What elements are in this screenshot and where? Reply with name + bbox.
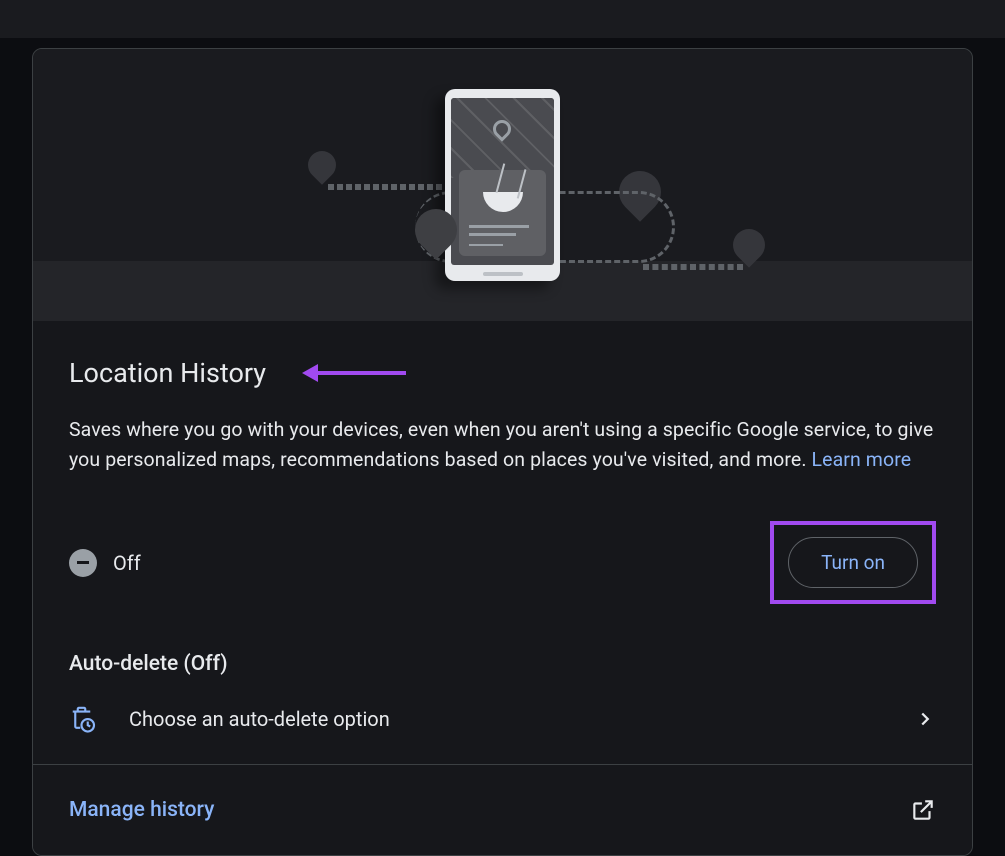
hero-illustration	[33, 49, 972, 321]
chevron-right-icon	[914, 708, 936, 730]
annotation-arrow-icon	[314, 371, 406, 375]
status-indicator: Off	[69, 549, 141, 577]
manage-history-row[interactable]: Manage history	[69, 765, 936, 855]
auto-delete-heading: Auto-delete (Off)	[69, 652, 936, 676]
map-pin-icon	[302, 145, 342, 185]
open-external-icon	[910, 797, 936, 823]
path-line	[643, 264, 743, 270]
bowl-icon	[483, 192, 523, 212]
auto-delete-option-label: Choose an auto-delete option	[129, 707, 884, 731]
map-pin-icon	[726, 222, 771, 267]
top-bar	[0, 0, 1005, 38]
section-description: Saves where you go with your devices, ev…	[69, 415, 936, 475]
location-pin-icon	[489, 116, 514, 141]
status-label: Off	[113, 551, 141, 575]
section-title: Location History	[69, 357, 266, 389]
auto-delete-option-row[interactable]: Choose an auto-delete option	[69, 704, 936, 764]
location-history-card: Location History Saves where you go with…	[32, 48, 973, 856]
phone-illustration	[445, 89, 560, 281]
annotation-highlight: Turn on	[770, 521, 936, 604]
turn-on-button[interactable]: Turn on	[788, 537, 918, 588]
content-area: Location History Saves where you go with…	[33, 321, 972, 855]
paused-icon	[69, 549, 97, 577]
manage-history-link: Manage history	[69, 798, 214, 822]
auto-delete-icon	[69, 704, 99, 734]
learn-more-link[interactable]: Learn more	[812, 448, 912, 471]
